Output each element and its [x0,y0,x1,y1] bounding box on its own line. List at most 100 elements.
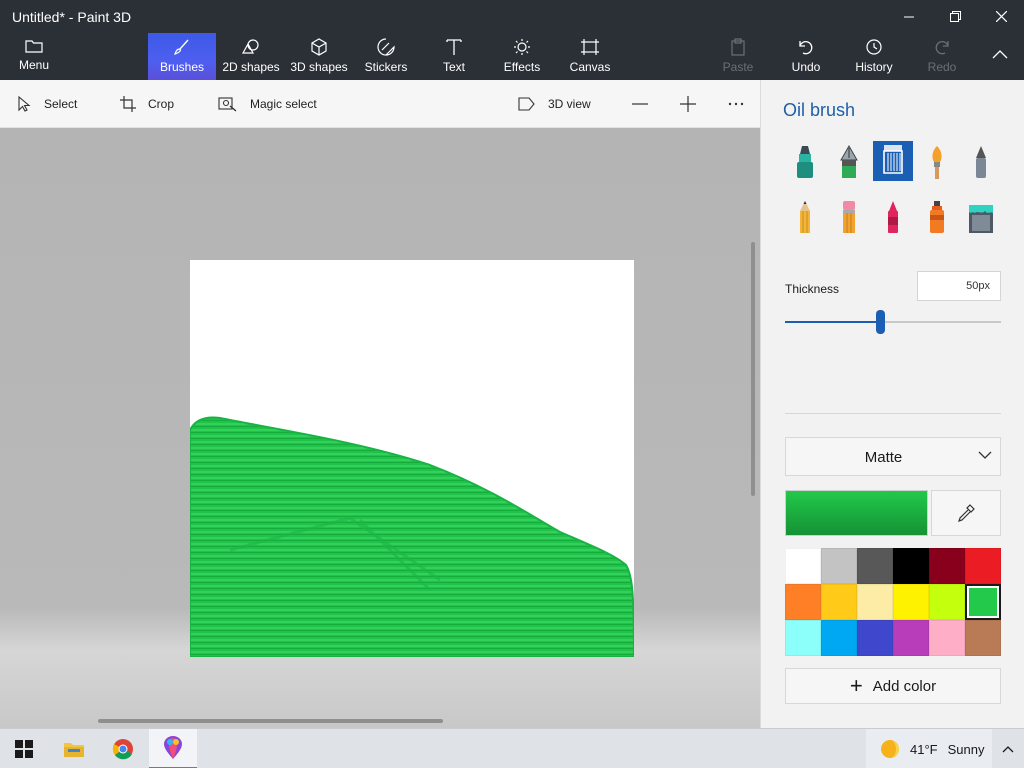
chevron-down-icon [978,451,992,459]
paste-label: Paste [722,60,754,74]
calligraphy-pen-brush[interactable] [829,142,869,182]
pencil-brush[interactable] [785,197,825,237]
crop-button[interactable]: Crop [120,80,174,128]
sticker-icon [377,38,395,56]
weather-temp: 41°F [910,741,938,757]
color-swatch[interactable] [821,620,857,656]
canvas-icon [581,39,599,55]
tab-effects[interactable]: Effects [500,33,544,80]
tab-text[interactable]: Text [434,33,474,80]
paint-3d-icon [164,736,182,759]
color-swatch[interactable] [857,548,893,584]
zoom-out-button[interactable] [632,80,660,128]
paste-button[interactable]: Paste [718,33,758,80]
sunny-weather-icon [881,740,899,758]
tab-canvas[interactable]: Canvas [566,33,614,80]
eyedropper-icon [958,504,975,522]
tab-label: Effects [503,60,541,74]
color-swatch[interactable] [785,584,821,620]
color-swatch[interactable] [857,620,893,656]
collapse-ribbon-button[interactable] [984,33,1016,80]
chevron-up-icon [1002,746,1014,753]
ribbon: Menu Brushes 2D shapes 3D shapes Sticker… [0,33,1024,80]
color-swatch[interactable] [929,584,965,620]
finish-value: Matte [864,449,903,466]
marker-icon [797,146,813,178]
oil-brush-icon [883,145,903,174]
select-button[interactable]: Select [16,80,77,128]
color-swatch[interactable] [785,548,821,584]
fill-brush[interactable] [961,197,1001,237]
windows-start-icon [15,740,33,758]
calligraphy-pen-icon [840,144,858,178]
tab-2d-shapes[interactable]: 2D shapes [220,33,282,80]
plus-icon: + [849,673,863,698]
color-swatch[interactable] [929,620,965,656]
panel-title: Oil brush [783,100,856,120]
3d-view-label: 3D view [548,97,591,111]
oil-brush[interactable] [873,141,913,181]
color-swatch[interactable] [893,548,929,584]
finish-dropdown[interactable]: Matte [785,437,1001,476]
workspace[interactable] [0,128,760,728]
current-color-swatch[interactable] [785,490,928,536]
3d-view-button[interactable]: 3D view [518,80,591,128]
add-color-button[interactable]: + Add color [785,668,1001,704]
weather-condition: Sunny [947,741,985,757]
menu-button[interactable]: Menu [8,33,60,80]
taskbar: 41°F Sunny [0,728,1024,768]
brush-icon [174,39,189,55]
brush-panel: Oil brush Thickness 50px Matte + Add col… [760,80,1024,728]
pixel-pen-brush[interactable] [961,142,1001,182]
spray-can-brush[interactable] [917,197,957,237]
magic-select-button[interactable]: Magic select [218,80,317,128]
color-swatch[interactable] [965,620,1001,656]
taskbar-chrome[interactable] [99,729,147,768]
start-button[interactable] [0,729,48,768]
marker-brush[interactable] [785,142,825,182]
redo-button[interactable]: Redo [924,33,960,80]
tab-3d-shapes[interactable]: 3D shapes [288,33,350,80]
taskbar-paint-3d[interactable] [149,729,197,768]
color-swatch[interactable] [857,584,893,620]
weather-widget[interactable]: 41°F Sunny [866,729,992,768]
color-swatch[interactable] [821,548,857,584]
minimize-icon [904,16,914,17]
show-hidden-icons-button[interactable] [996,729,1020,768]
close-button[interactable] [978,0,1024,33]
vertical-scrollbar[interactable] [751,242,755,496]
crop-label: Crop [148,97,175,111]
color-swatch[interactable] [929,548,965,584]
minimize-button[interactable] [886,0,932,33]
eraser-brush[interactable] [829,197,869,237]
thickness-slider[interactable] [785,310,1001,334]
undo-label: Undo [791,60,821,74]
eyedropper-button[interactable] [931,490,1001,536]
restore-button[interactable] [932,0,978,33]
color-swatch[interactable] [965,548,1001,584]
minus-icon [632,103,648,105]
thickness-input[interactable]: 50px [917,271,1001,301]
crayon-brush[interactable] [873,197,913,237]
chrome-icon [112,739,133,760]
green-paint-stroke [190,416,634,657]
cube-icon [311,38,327,56]
horizontal-scrollbar[interactable] [98,719,443,723]
undo-button[interactable]: Undo [786,33,826,80]
tab-stickers[interactable]: Stickers [360,33,412,80]
color-swatch[interactable] [821,584,857,620]
drawing-canvas[interactable] [190,260,634,657]
tab-brushes[interactable]: Brushes [148,33,216,80]
watercolor-brush[interactable] [917,142,957,182]
more-options-button[interactable] [728,80,756,128]
thickness-slider-thumb[interactable] [876,310,886,334]
zoom-in-button[interactable] [680,80,708,128]
more-icon [728,102,744,106]
color-swatch[interactable] [893,584,929,620]
taskbar-file-explorer[interactable] [50,729,98,768]
color-swatch[interactable] [893,620,929,656]
color-swatch[interactable] [965,584,1001,620]
history-button[interactable]: History [850,33,898,80]
color-swatch[interactable] [785,620,821,656]
redo-icon [935,41,949,55]
